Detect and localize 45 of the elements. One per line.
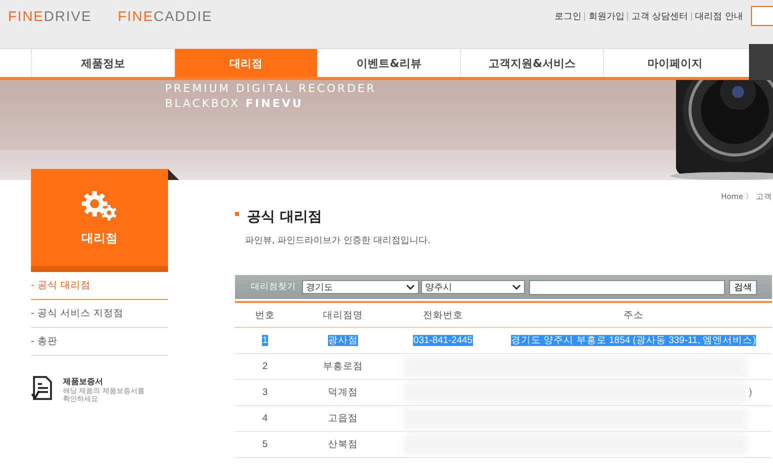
table-cell: 2 — [262, 361, 268, 372]
warranty-title[interactable]: 제품보증서 — [63, 376, 148, 387]
chevron-down-icon — [406, 284, 415, 290]
nav-tab[interactable]: 이벤트&리뷰 — [317, 49, 460, 77]
document-check-icon[interactable] — [31, 376, 53, 400]
city-dropdown[interactable]: 양주시 — [421, 280, 525, 294]
search-button[interactable]: 검색 — [729, 280, 757, 294]
nav-tab[interactable]: 마이페이지 — [603, 49, 746, 77]
gears-icon — [80, 188, 120, 222]
province-dropdown[interactable]: 경기도 — [302, 280, 419, 294]
page-subtitle: 파인뷰, 파인드라이브가 인증한 대리점입니다. — [245, 235, 432, 247]
table-cell: 부흥로점 — [323, 361, 363, 372]
table-cell: 5 — [262, 439, 268, 450]
keyword-input[interactable] — [529, 280, 725, 294]
column-header: 전화번호 — [423, 310, 463, 320]
table-cell: ) — [748, 387, 752, 398]
search-label: 대리점찾기 — [251, 281, 296, 293]
page-title: 공식 대리점 — [247, 208, 322, 226]
header-link[interactable]: 대리점 안내 — [695, 10, 743, 23]
sidebar-item[interactable]: - 공식 서비스 지정점 — [31, 300, 168, 328]
header-link[interactable]: 회원가입 — [588, 10, 624, 23]
table-cell: 1 — [262, 335, 268, 346]
title-marker — [235, 212, 239, 216]
section-title: 대리점 — [82, 230, 118, 246]
table-cell: 광사점 — [328, 335, 358, 346]
sidebar-item[interactable]: - 총판 — [31, 328, 168, 356]
chevron-down-icon — [512, 284, 521, 290]
table-cell: 고읍점 — [328, 413, 358, 424]
header-link[interactable]: 로그인 — [554, 10, 582, 23]
brand-logo[interactable]: FINEDRIVE — [8, 8, 92, 24]
table-cell: 4 — [262, 413, 268, 424]
table-cell: 덕계점 — [328, 387, 358, 398]
brand-logo[interactable]: FINECADDIE — [118, 8, 212, 24]
nav-tab[interactable]: 고객지원&서비스 — [460, 49, 603, 77]
header-link[interactable]: 고객 상담센터 — [631, 10, 688, 23]
table-cell: 031-841-2445 — [413, 335, 473, 346]
column-header: 주소 — [624, 310, 644, 320]
table-cell: 산북점 — [328, 439, 358, 450]
table-cell: 3 — [262, 387, 268, 398]
table-cell: 경기도 양주시 부흥로 1854 (광사동 339-11, 엠엔서비스) — [511, 335, 756, 346]
banner-text: PREMIUM DIGITAL RECORDER — [165, 82, 376, 95]
banner-text: BLACKBOX FINEVU — [165, 97, 304, 110]
column-header: 대리점명 — [323, 310, 363, 320]
corner-fold — [168, 169, 179, 180]
column-header: 번호 — [255, 310, 275, 320]
